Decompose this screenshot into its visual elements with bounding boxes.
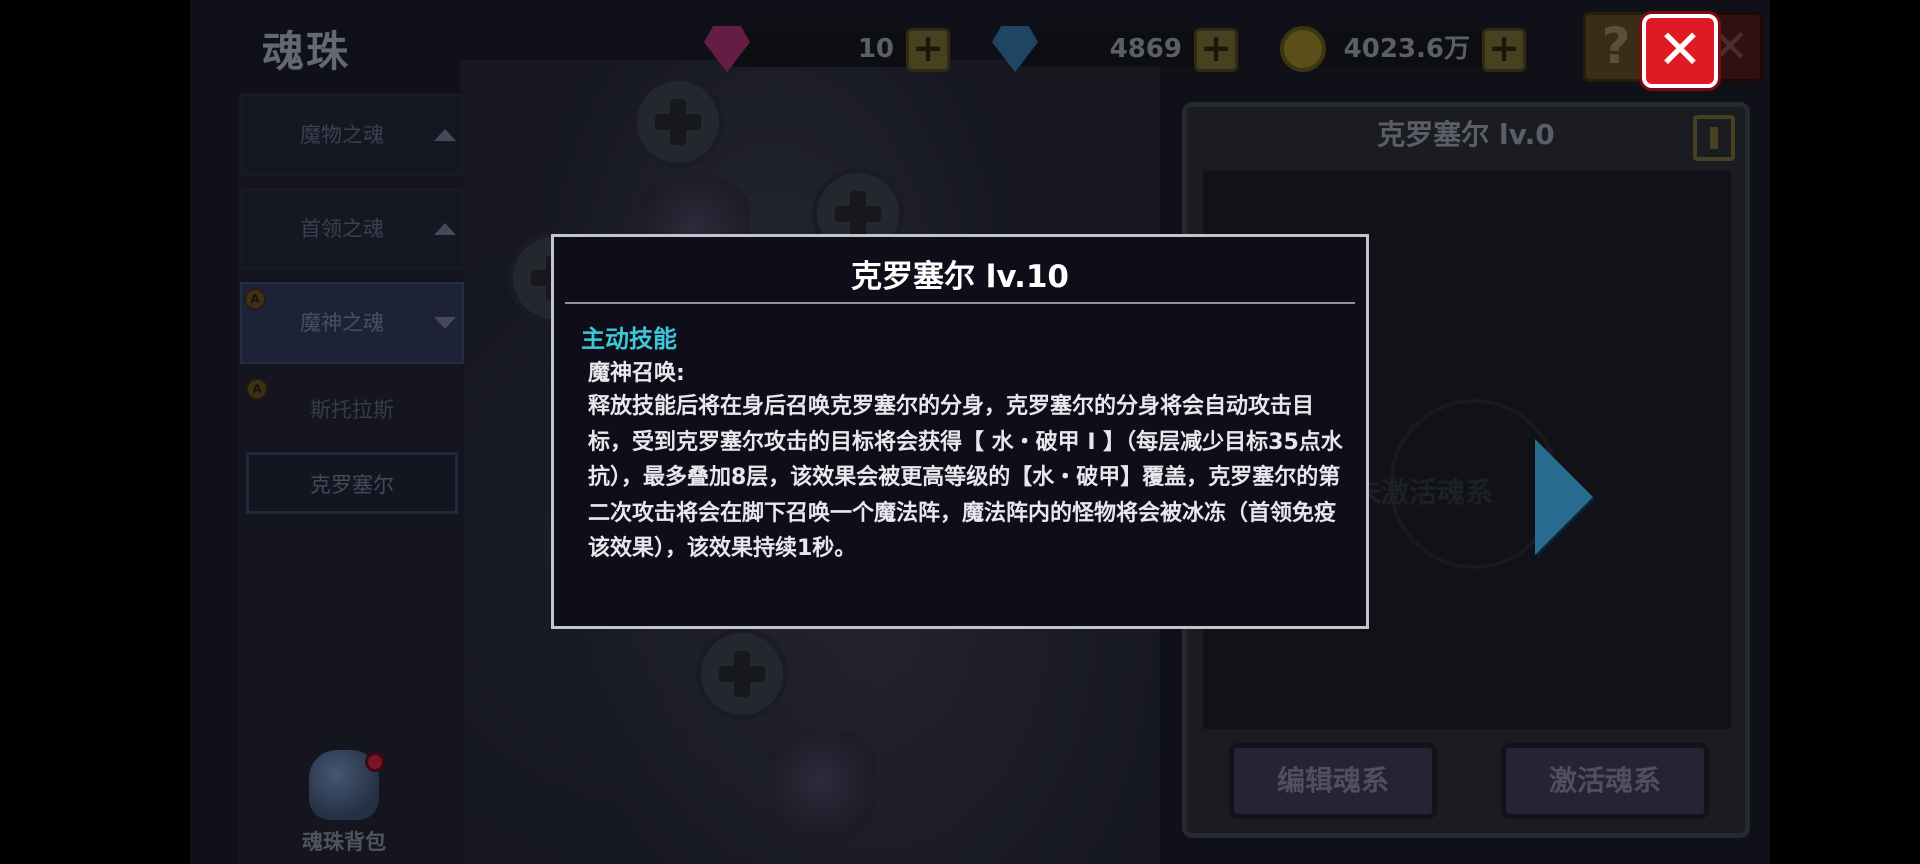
dialog-title: 克罗塞尔 lv.10 xyxy=(850,259,1069,295)
skill-info-dialog: 克罗塞尔 lv.10 主动技能 魔神召唤: 释放技能后将在身后召唤克罗塞尔的分身… xyxy=(551,234,1369,629)
section-label: 主动技能 xyxy=(581,325,677,353)
skill-description: 释放技能后将在身后召唤克罗塞尔的分身，克罗塞尔的分身将会自动攻击目标，受到克罗塞… xyxy=(588,394,1343,561)
close-dialog-button[interactable]: ✕ xyxy=(1642,14,1718,88)
divider xyxy=(565,302,1355,304)
skill-name: 魔神召唤: xyxy=(588,361,685,386)
